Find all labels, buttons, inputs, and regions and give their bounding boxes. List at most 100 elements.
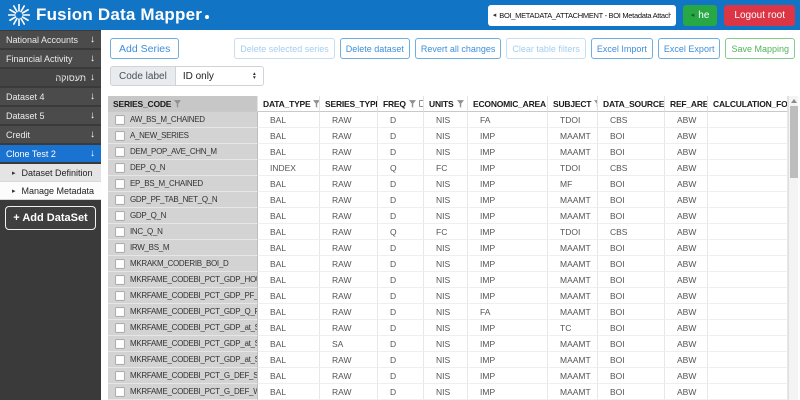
row-checkbox[interactable] [115,115,125,125]
structure-set-select[interactable]: ◂ BOI_METADATA_ATTACHMENT - BOI Metadata… [488,5,676,26]
series-code-cell[interactable]: MKRFAME_CODEBI_PCT_GDP_Q_PR [108,304,258,320]
scroll-up-icon[interactable] [791,99,797,103]
series-code-cell[interactable]: MKRFAME_CODEBI_PCT_G_DEF_W1at_TAX_Q_FP [108,384,258,400]
sidebar-item-dataset-2[interactable]: תעסוקה↓ [0,69,101,86]
sidebar-item-clone-test-2[interactable]: Clone Test 2↓ [0,145,101,162]
column-header-series-code[interactable]: SERIES_CODE [108,96,258,112]
series-code-cell[interactable]: MKRFAME_CODEBI_PCT_GDP_at_STOCK_A_FP [108,320,258,336]
series-code-cell[interactable]: A_NEW_SERIES [108,128,258,144]
column-header-ref-area[interactable]: REF_AREA [665,96,708,112]
column-header-calculation-form[interactable]: CALCULATION_FORM [708,96,788,112]
table-row[interactable]: MKRAKM_CODERIB_BOI_DBALRAWDNISIMPMAAMTBO… [108,256,798,272]
series-code-cell[interactable]: MKRFAME_CODEBI_PCT_GDP_HOUS_A_PR [108,272,258,288]
table-row[interactable]: DEM_POP_AVE_CHN_MBALRAWDNISIMPMAAMTBOIAB… [108,144,798,160]
sidebar-page-dataset-definition[interactable]: ▸Dataset Definition [0,164,101,182]
column-header-data-type[interactable]: DATA_TYPE [258,96,320,112]
row-checkbox[interactable] [115,259,125,269]
row-checkbox[interactable] [115,195,125,205]
sidebar-page-manage-metadata[interactable]: ▸Manage Metadata [0,182,101,200]
column-header-freq[interactable]: FREQ [378,96,424,112]
row-checkbox[interactable] [115,323,125,333]
series-code-cell[interactable]: MKRFAME_CODEBI_PCT_GDP_at_STOCK_A_PR [108,336,258,352]
language-button[interactable]: ◂ he [683,5,718,26]
row-checkbox[interactable] [115,387,125,397]
row-checkbox[interactable] [115,227,125,237]
add-dataset-button[interactable]: + Add DataSet [5,206,96,230]
series-code-cell[interactable]: GDP_PF_TAB_NET_Q_N [108,192,258,208]
arrow-down-icon: ↓ [90,54,95,64]
table-row[interactable]: A_NEW_SERIESBALRAWDNISIMPMAAMTBOIABW [108,128,798,144]
column-label: FREQ [383,99,406,109]
table-row[interactable]: MKRFAME_CODEBI_PCT_GDP_at_STOCK_A_PRBALS… [108,336,798,352]
series-code-cell[interactable]: DEP_Q_N [108,160,258,176]
series-code-cell[interactable]: MKRAKM_CODERIB_BOI_D [108,256,258,272]
scrollbar-thumb[interactable] [790,106,798,178]
series-code-cell[interactable]: MKRFAME_CODEBI_PCT_GDP_at_STOCK_Q_FP [108,352,258,368]
table-row[interactable]: MKRFAME_CODEBI_PCT_GDP_at_STOCK_A_FPBALR… [108,320,798,336]
cell-ref-area: ABW [665,208,708,224]
filter-icon[interactable] [174,96,181,112]
table-row[interactable]: INC_Q_NBALRAWQFCIMPTDOICBSABW [108,224,798,240]
series-code-cell[interactable]: AW_BS_M_CHAINED [108,112,258,128]
series-code-cell[interactable]: INC_Q_N [108,224,258,240]
filter-icon[interactable] [457,96,464,112]
sidebar-item-dataset-5[interactable]: Dataset 5↓ [0,107,101,124]
row-checkbox[interactable] [115,179,125,189]
table-row[interactable]: MKRFAME_CODEBI_PCT_GDP_HOUS_A_PRBALRAWDN… [108,272,798,288]
cell-freq: D [378,352,424,368]
series-code-cell[interactable]: DEM_POP_AVE_CHN_M [108,144,258,160]
table-row[interactable]: MKRFAME_CODEBI_PCT_GDP_at_STOCK_Q_FPBALR… [108,352,798,368]
row-checkbox[interactable] [115,307,125,317]
table-row[interactable]: MKRFAME_CODEBI_PCT_G_DEF_SALE_Q_PRBALRAW… [108,368,798,384]
column-header-units[interactable]: UNITS [424,96,468,112]
row-checkbox[interactable] [115,147,125,157]
column-label: ECONOMIC_AREA [473,99,546,109]
table-row[interactable]: AW_BS_M_CHAINEDBALRAWDNISFATDOICBSABW [108,112,798,128]
row-checkbox[interactable] [115,131,125,141]
logout-button[interactable]: Logout root [724,5,795,26]
excel-export-button[interactable]: Excel Export [658,38,721,59]
row-checkbox[interactable] [115,275,125,285]
save-mapping-button[interactable]: Save Mapping [725,38,795,59]
table-row[interactable]: MKRFAME_CODEBI_PCT_GDP_Q_PRBALRAWDNISFAM… [108,304,798,320]
column-header-series-type[interactable]: SERIES_TYPE [320,96,378,112]
series-code-cell[interactable]: EP_BS_M_CHAINED [108,176,258,192]
table-row[interactable]: IRW_BS_MBALRAWDNISIMPMAAMTBOIABW [108,240,798,256]
delete-dataset-button[interactable]: Delete dataset [340,38,410,59]
table-row[interactable]: MKRFAME_CODEBI_PCT_G_DEF_W1at_TAX_Q_FPBA… [108,384,798,400]
table-row[interactable]: EP_BS_M_CHAINEDBALRAWDNISIMPMFBOIABW [108,176,798,192]
add-series-button[interactable]: Add Series [110,38,179,59]
cell-subject: TDOI [548,160,598,176]
series-code-cell[interactable]: MKRFAME_CODEBI_PCT_GDP_PF_FAB_Q_FP [108,288,258,304]
table-row[interactable]: GDP_Q_NBALRAWDNISIMPMAAMTBOIABW [108,208,798,224]
column-header-subject[interactable]: SUBJECT [548,96,598,112]
sidebar-item-dataset-4[interactable]: Dataset 4↓ [0,88,101,105]
sidebar-item-credit[interactable]: Credit↓ [0,126,101,143]
table-row[interactable]: GDP_PF_TAB_NET_Q_NBALRAWDNISIMPMAAMTBOIA… [108,192,798,208]
table-row[interactable]: MKRFAME_CODEBI_PCT_GDP_PF_FAB_Q_FPBALRAW… [108,288,798,304]
series-code-cell[interactable]: GDP_Q_N [108,208,258,224]
revert-all-changes-button[interactable]: Revert all changes [415,38,502,59]
row-checkbox[interactable] [115,371,125,381]
row-checkbox[interactable] [115,163,125,173]
cell-economic-area: IMP [468,224,548,240]
excel-import-button[interactable]: Excel Import [591,38,653,59]
row-checkbox[interactable] [115,355,125,365]
cell-calculation-form [708,112,788,128]
filter-icon[interactable] [409,96,416,112]
cell-freq: D [378,320,424,336]
row-checkbox[interactable] [115,339,125,349]
row-checkbox[interactable] [115,243,125,253]
arrow-down-icon: ↓ [90,73,95,83]
row-checkbox[interactable] [115,211,125,221]
vertical-scrollbar[interactable] [788,96,798,400]
code-label-select[interactable]: ID only ▴▾ [176,66,264,86]
sidebar-item-national-accounts[interactable]: National Accounts↓ [0,31,101,48]
column-header-data-source[interactable]: DATA_SOURCE [598,96,665,112]
table-row[interactable]: DEP_Q_NINDEXRAWQFCIMPTDOICBSABW [108,160,798,176]
series-code-cell[interactable]: IRW_BS_M [108,240,258,256]
column-header-economic-area[interactable]: ECONOMIC_AREA [468,96,548,112]
row-checkbox[interactable] [115,291,125,301]
sidebar-item-financial-activity[interactable]: Financial Activity↓ [0,50,101,67]
series-code-cell[interactable]: MKRFAME_CODEBI_PCT_G_DEF_SALE_Q_PR [108,368,258,384]
